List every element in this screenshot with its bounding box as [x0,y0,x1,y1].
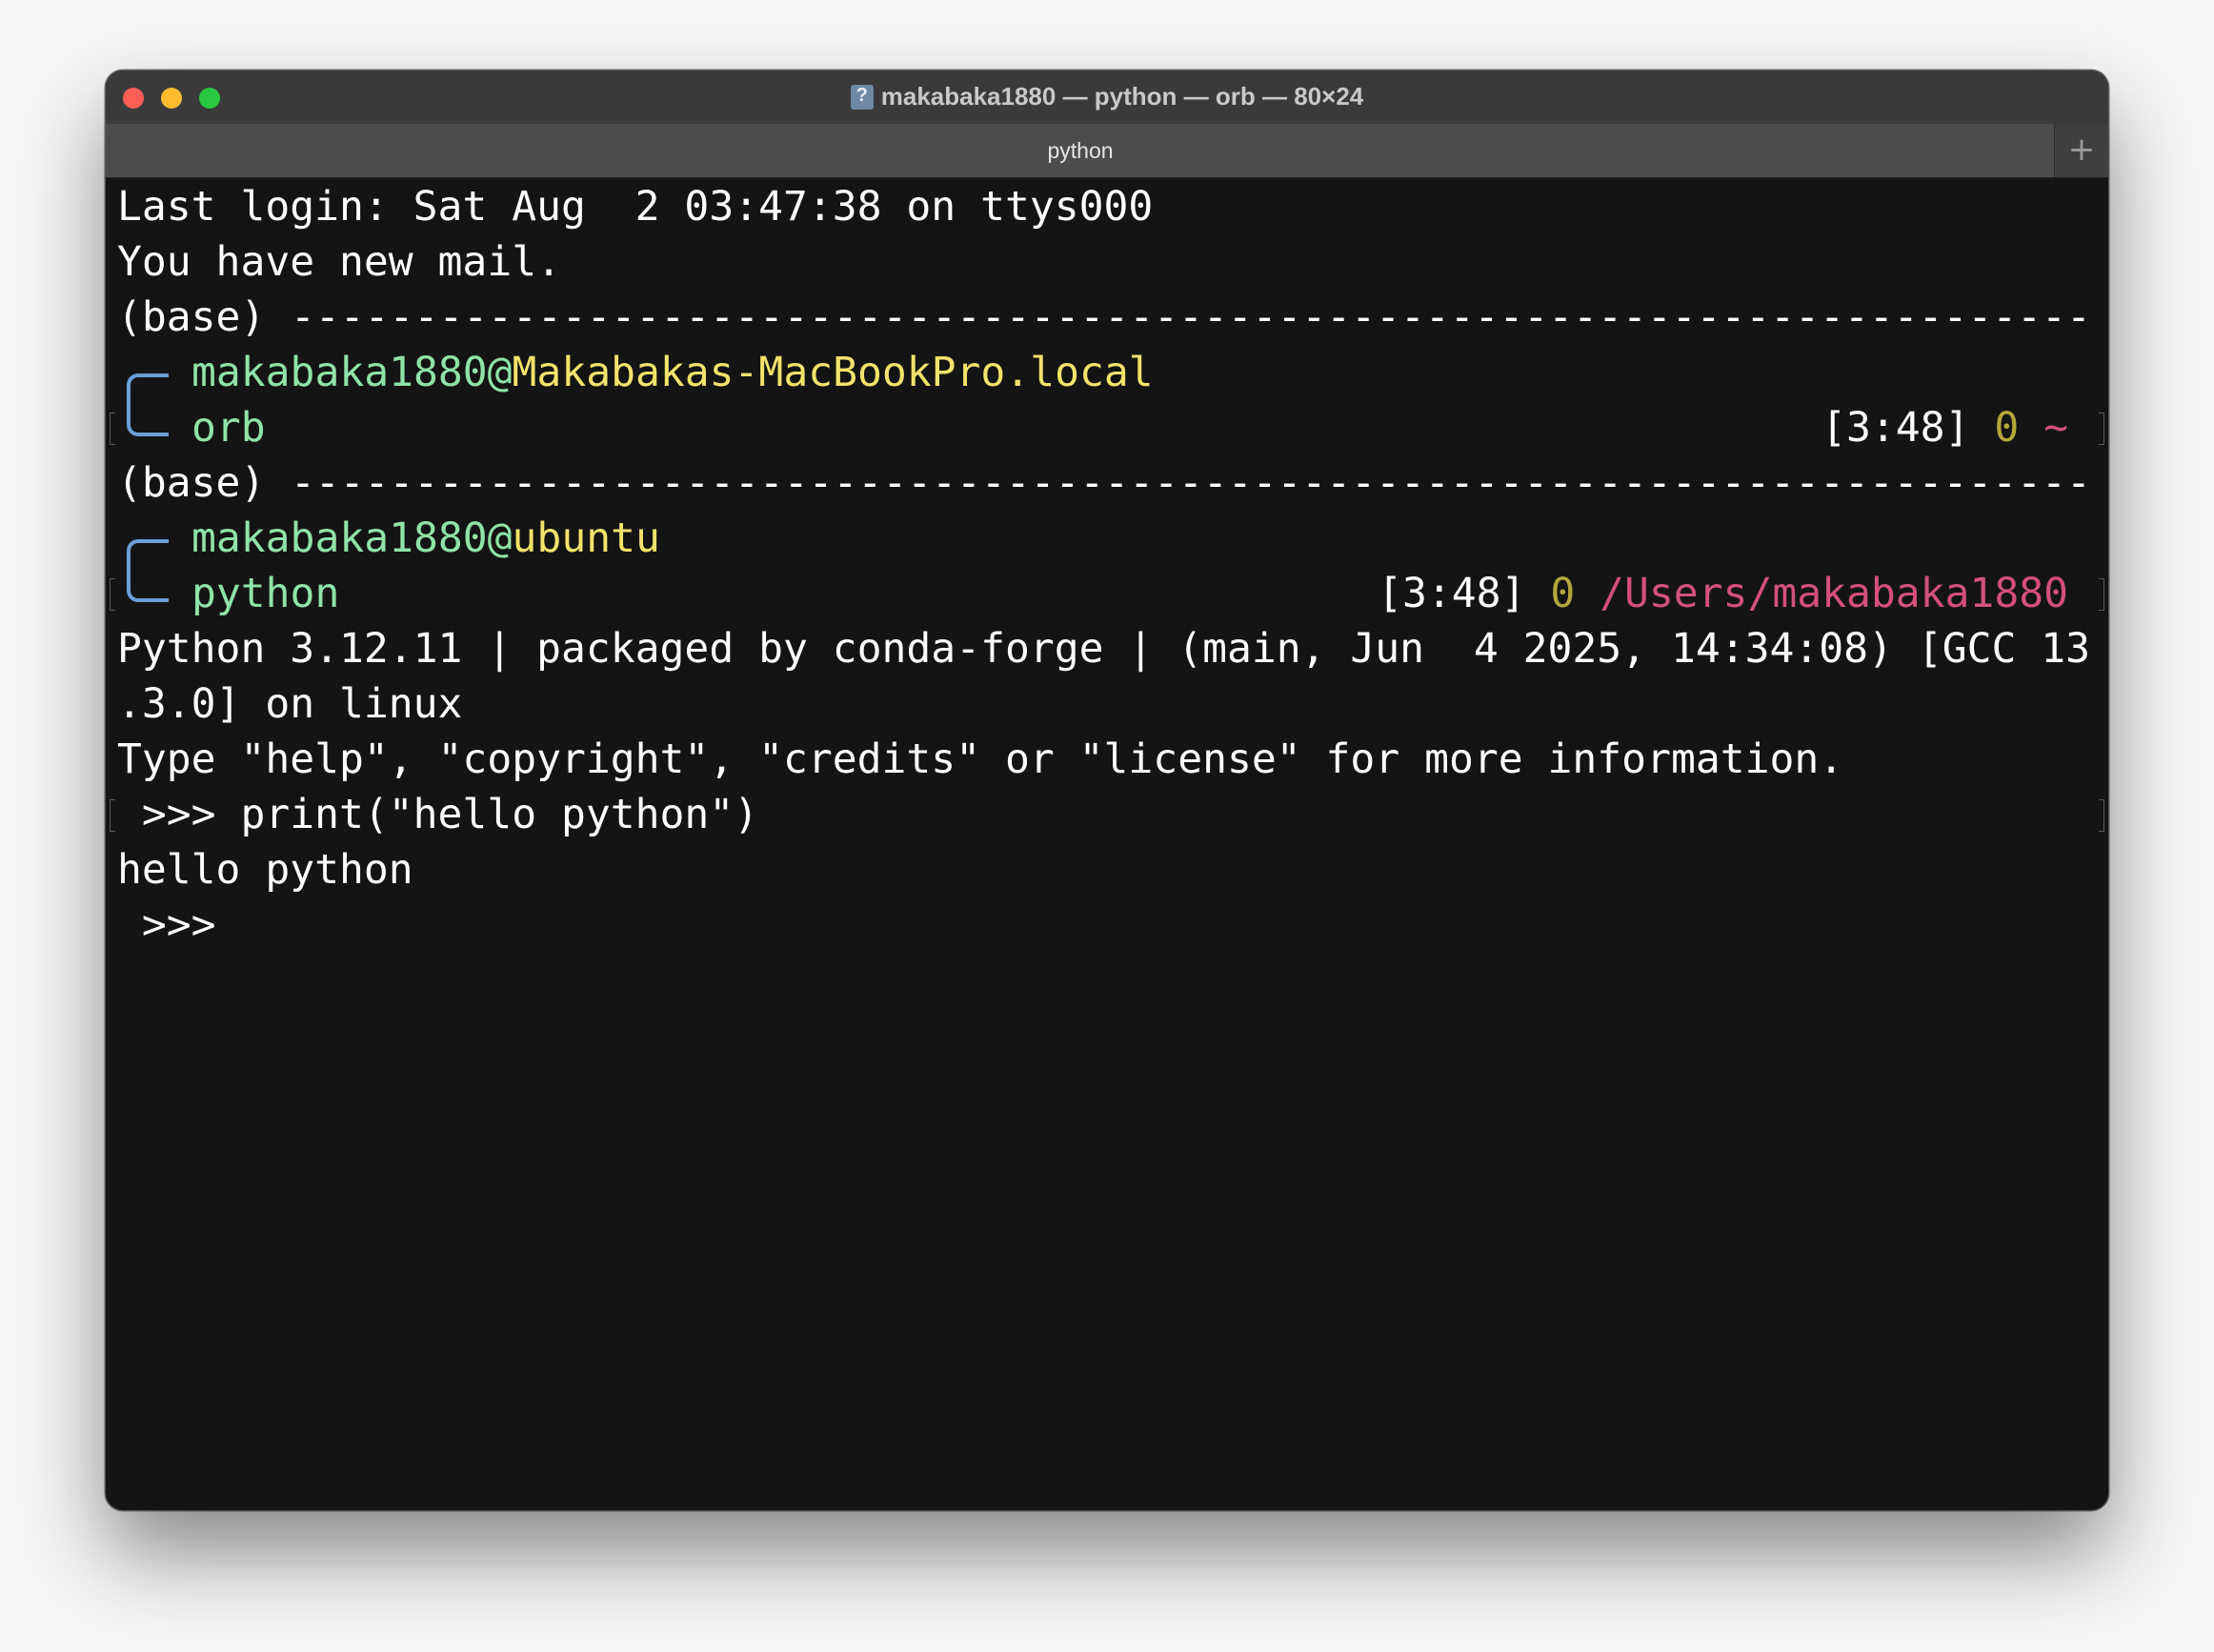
repl-prompt[interactable]: >>> [117,897,240,953]
python-banner-line-1: Python 3.12.11 | packaged by conda-forge… [117,625,2091,673]
prompt1-user-host: makabaka1880@Makabakas-MacBookPro.local [191,345,1154,400]
repl-input-line: >>> print("hello python") [117,791,759,838]
prompt1-command: orb [191,404,266,452]
prompt1-exit-code: 0 [1994,404,2020,452]
window-title-text: makabaka1880 — python — orb — 80×24 [880,82,1364,111]
mail-line: You have new mail. [117,238,561,286]
line-marker-left [110,578,115,611]
prompt2-host: ubuntu [512,514,660,562]
tab-bar: python + [106,124,2108,178]
line-marker-left [110,799,115,832]
prompt2-command: python [191,570,340,617]
prompt2-separator: ----------------------------------------… [291,459,2097,507]
prompt1-host: Makabakas-MacBookPro.local [512,349,1154,396]
prompt2-time: [3:48] [1378,570,1526,617]
line-marker-right [2099,799,2104,832]
prompt2-user-host: makabaka1880@ubuntu [191,511,660,566]
prompt1-cwd: ~ [2043,404,2068,452]
line-marker-left [110,413,115,445]
prompt1-env: (base) [117,293,266,341]
repl-output-line: hello python [117,846,413,894]
python-banner-line-3: Type "help", "copyright", "credits" or "… [117,735,1844,783]
line-marker-right [2099,578,2104,611]
window-title: makabaka1880 — python — orb — 80×24 [106,82,2108,111]
prompt1-time: [3:48] [1822,404,1970,452]
prompt2-bracket-icon [127,539,169,602]
prompt1-user: makabaka1880@ [191,349,513,396]
prompt1-bracket-icon [127,373,169,436]
line-marker-right [2099,413,2104,445]
prompt2-user: makabaka1880@ [191,514,513,562]
prompt2-cwd: /Users/makabaka1880 [1600,570,2068,617]
prompt2-status: [3:48] 0 /Users/makabaka1880 [1378,566,2068,621]
terminal-output[interactable]: Last login: Sat Aug 2 03:47:38 on ttys00… [110,179,2104,1510]
python-banner-line-2: .3.0] on linux [117,680,463,728]
title-bar[interactable]: makabaka1880 — python — orb — 80×24 [106,71,2108,124]
new-tab-button[interactable]: + [2054,124,2108,177]
tab-python[interactable]: python [106,124,2055,177]
document-icon [850,85,874,110]
prompt1-separator: ----------------------------------------… [291,293,2097,341]
terminal-window: makabaka1880 — python — orb — 80×24 pyth… [106,71,2108,1510]
last-login-line: Last login: Sat Aug 2 03:47:38 on ttys00… [117,183,1154,231]
prompt2-env: (base) [117,459,266,507]
prompt2-exit-code: 0 [1550,570,1576,617]
prompt1-status: [3:48] 0 ~ [1822,400,2068,455]
